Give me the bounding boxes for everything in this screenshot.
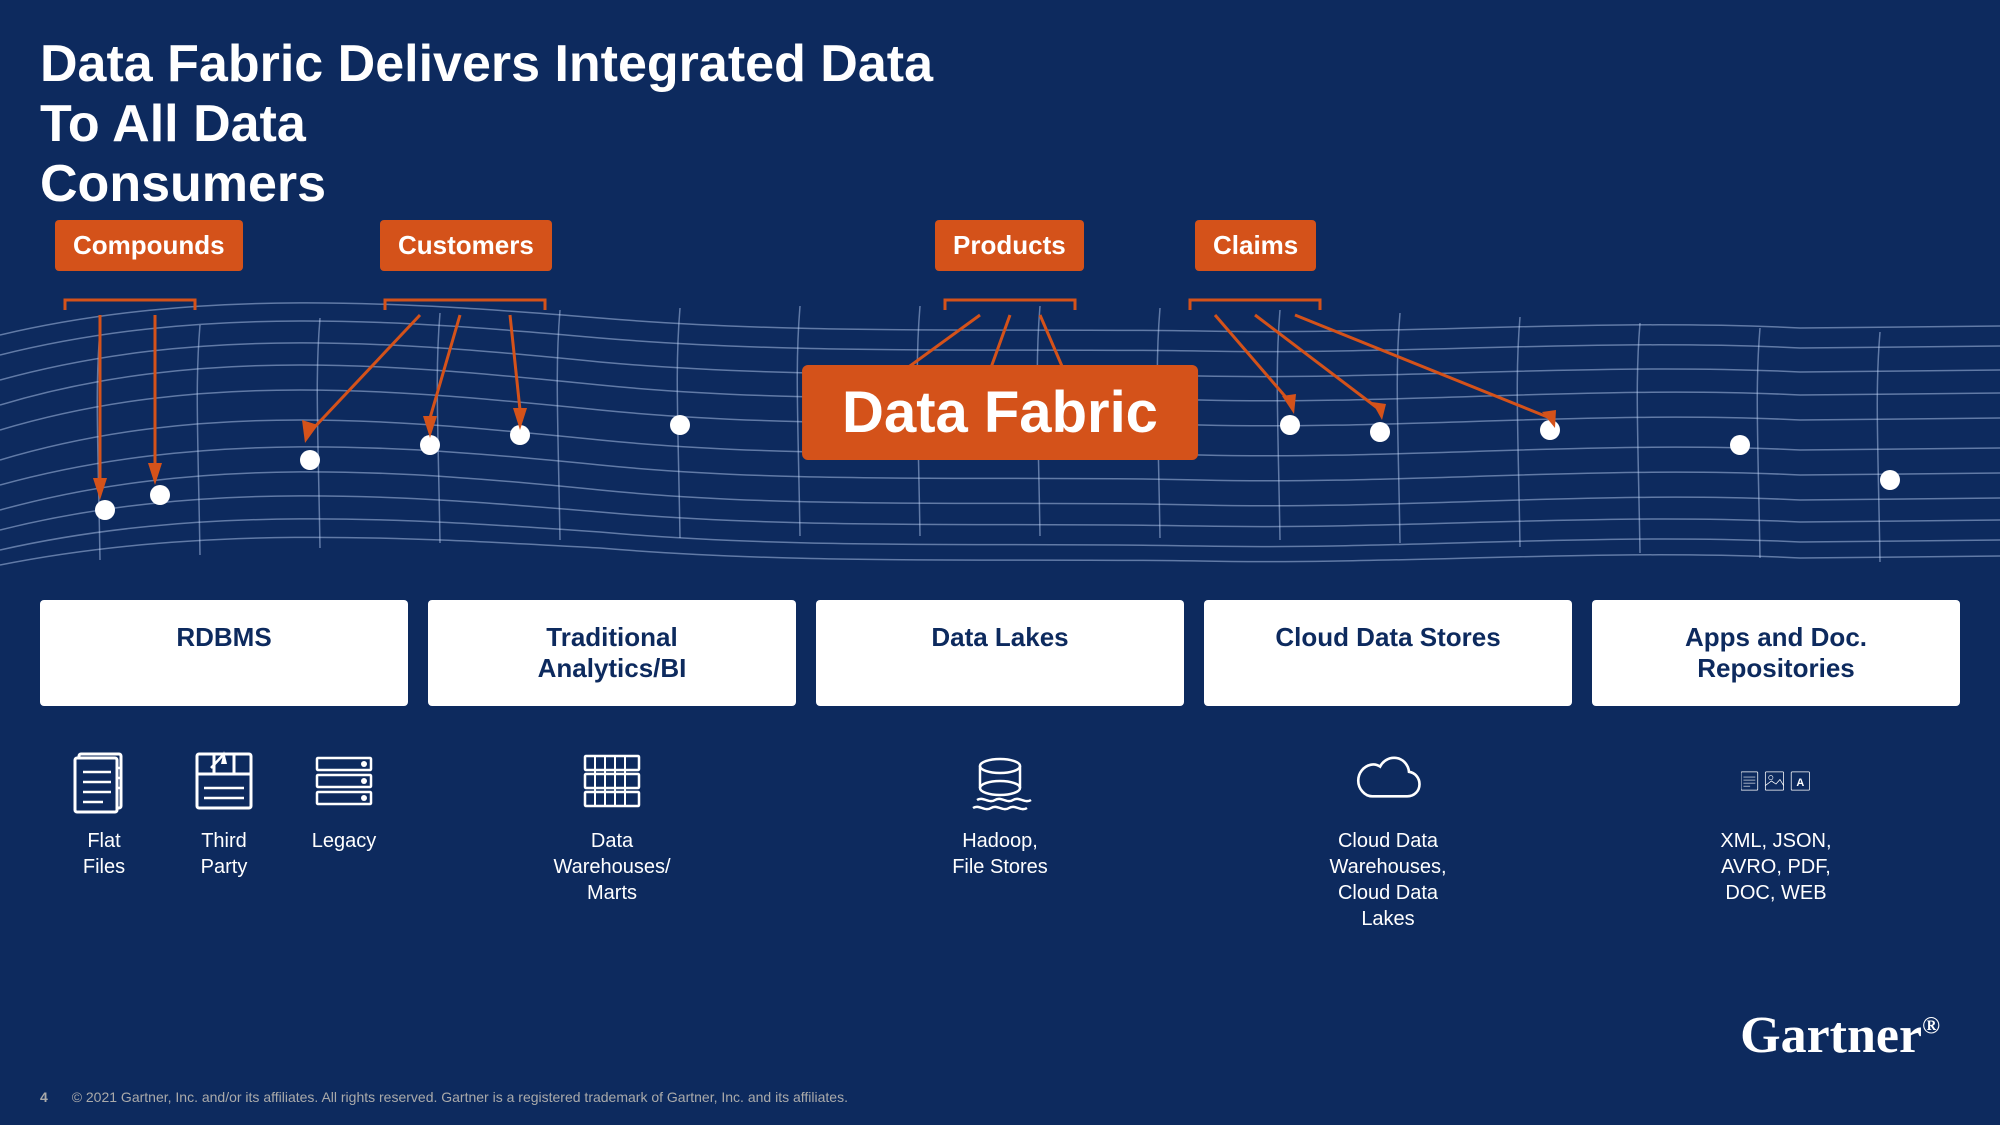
footer: 4 © 2021 Gartner, Inc. and/or its affili…: [40, 1089, 848, 1105]
third-party-item: ThirdParty: [179, 746, 269, 880]
flat-files-label: FlatFiles: [83, 828, 125, 880]
copyright-text: © 2021 Gartner, Inc. and/or its affiliat…: [72, 1089, 848, 1105]
customers-label: Customers: [380, 220, 552, 271]
legacy-icon: [309, 746, 379, 816]
flat-files-icon: [69, 746, 139, 816]
appsrepos-icons: A XML, JSON,AVRO, PDF,DOC, WEB: [1592, 746, 1960, 932]
products-label: Products: [935, 220, 1084, 271]
xml-item: A XML, JSON,AVRO, PDF,DOC, WEB: [1720, 746, 1831, 906]
data-warehouse-label: DataWarehouses/Marts: [553, 828, 670, 906]
svg-text:A: A: [1796, 778, 1804, 790]
cloud-icon: [1353, 746, 1423, 816]
rdbms-icons: FlatFiles ThirdParty: [40, 746, 408, 932]
categories-row: RDBMS TraditionalAnalytics/BI Data Lakes…: [40, 600, 1960, 706]
datalakes-icons: Hadoop,File Stores: [816, 746, 1184, 932]
analytics-icons: DataWarehouses/Marts: [428, 746, 796, 932]
bottom-section: RDBMS TraditionalAnalytics/BI Data Lakes…: [0, 600, 2000, 932]
category-analytics: TraditionalAnalytics/BI: [428, 600, 796, 706]
flat-files-item: FlatFiles: [59, 746, 149, 880]
legacy-label: Legacy: [312, 828, 377, 854]
category-cloudstores: Cloud Data Stores: [1204, 600, 1572, 706]
cloud-item: Cloud DataWarehouses,Cloud DataLakes: [1329, 746, 1446, 932]
category-appsrepos: Apps and Doc.Repositories: [1592, 600, 1960, 706]
icons-row: FlatFiles ThirdParty: [40, 746, 1960, 932]
data-warehouse-item: DataWarehouses/Marts: [553, 746, 670, 906]
hadoop-icon: [965, 746, 1035, 816]
data-warehouse-icon: [577, 746, 647, 816]
cloudstores-icons: Cloud DataWarehouses,Cloud DataLakes: [1204, 746, 1572, 932]
gartner-logo: Gartner®: [1740, 1006, 1940, 1065]
cloud-label: Cloud DataWarehouses,Cloud DataLakes: [1329, 828, 1446, 932]
hadoop-item: Hadoop,File Stores: [952, 746, 1048, 880]
fabric-area: Compounds Customers Products Claims Data…: [0, 170, 2000, 610]
category-rdbms: RDBMS: [40, 600, 408, 706]
data-fabric-label: Data Fabric: [802, 365, 1198, 460]
compounds-label: Compounds: [55, 220, 243, 271]
hadoop-label: Hadoop,File Stores: [952, 828, 1048, 880]
third-party-icon: [189, 746, 259, 816]
apps-icons: A: [1741, 746, 1811, 816]
category-datalakes: Data Lakes: [816, 600, 1184, 706]
page-number: 4: [40, 1089, 48, 1105]
third-party-label: ThirdParty: [201, 828, 248, 880]
legacy-item: Legacy: [299, 746, 389, 854]
claims-label: Claims: [1195, 220, 1316, 271]
xml-label: XML, JSON,AVRO, PDF,DOC, WEB: [1720, 828, 1831, 906]
